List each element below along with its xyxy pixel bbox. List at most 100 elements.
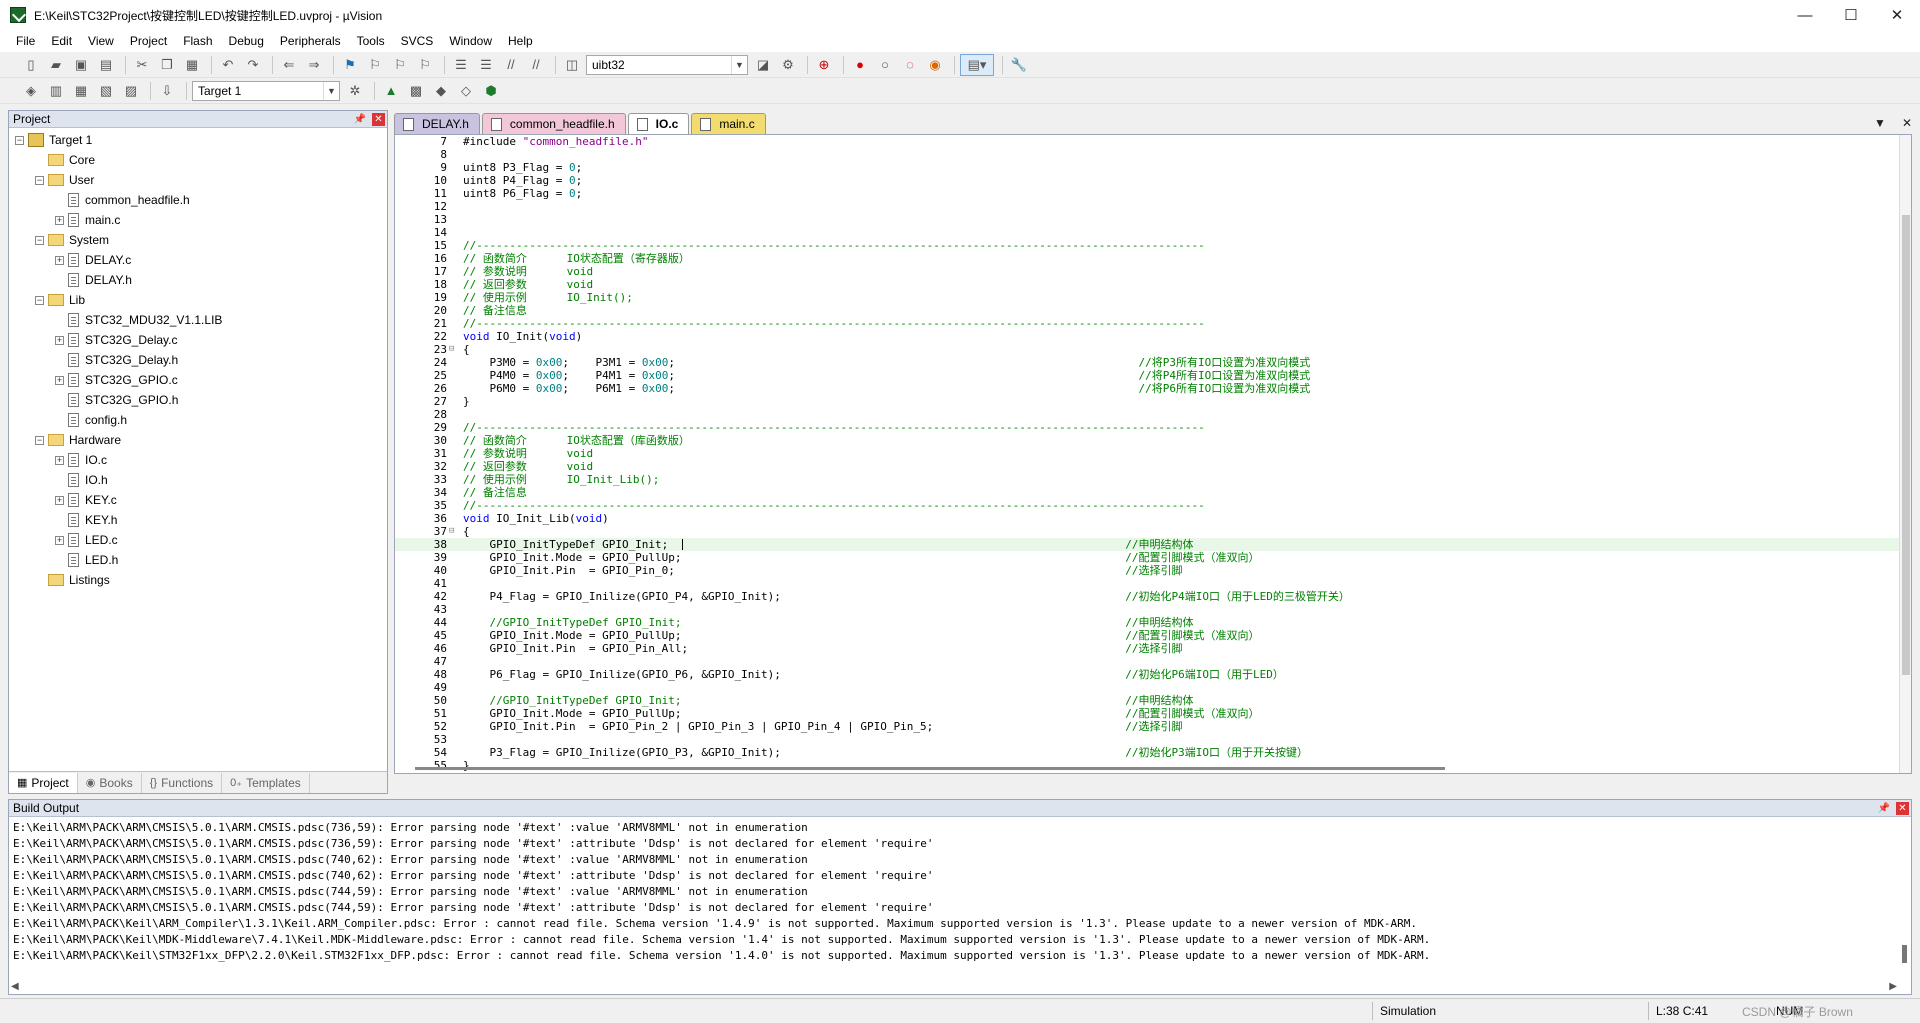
tab-templates[interactable]: 0₊ Templates xyxy=(222,772,310,793)
breakpoint-icon[interactable]: ● xyxy=(849,54,871,76)
menu-view[interactable]: View xyxy=(80,34,122,48)
code-line[interactable]: 35 //------------------------------------… xyxy=(395,499,1899,512)
close-icon[interactable]: ✕ xyxy=(372,112,385,126)
clear-bookmarks-icon[interactable]: ⚐ xyxy=(414,54,436,76)
tree-item[interactable]: IO.h xyxy=(9,470,387,490)
collapse-icon[interactable]: − xyxy=(35,295,44,305)
code-line[interactable]: 20 // 备注信息 xyxy=(395,304,1899,317)
minimize-button[interactable]: — xyxy=(1782,0,1828,30)
code-line[interactable]: 21 //------------------------------------… xyxy=(395,317,1899,330)
code-area[interactable]: 7 #include "common_headfile.h" 8 9 uint8 P3_… xyxy=(395,135,1899,773)
batch-build-icon[interactable]: ▧ xyxy=(95,80,117,102)
select-packs-icon[interactable]: ◆ xyxy=(430,80,452,102)
fold-icon[interactable]: ⊟ xyxy=(449,525,457,538)
manage-rte-icon[interactable]: ◇ xyxy=(455,80,477,102)
code-line[interactable]: 16 // 函数简介 IO状态配置（寄存器版） xyxy=(395,252,1899,265)
code-line[interactable]: 37 ⊟ { xyxy=(395,525,1899,538)
find-combo[interactable]: uibt32 ▼ xyxy=(586,54,748,75)
build-output-horizontal-scrollbar[interactable]: ◀ ▶ xyxy=(11,980,1897,992)
code-line[interactable]: 45 GPIO_Init.Mode = GPIO_PullUp; //配置引脚模… xyxy=(395,629,1899,642)
tree-item[interactable]: LED.h xyxy=(9,550,387,570)
expand-icon[interactable]: + xyxy=(55,215,64,225)
editor-tab[interactable]: IO.c xyxy=(627,113,690,134)
uncomment-icon[interactable]: // xyxy=(525,54,547,76)
copy-icon[interactable]: ❐ xyxy=(156,54,178,76)
build-output-text[interactable]: E:\Keil\ARM\PACK\ARM\CMSIS\5.0.1\ARM.CMS… xyxy=(9,817,1911,994)
collapse-icon[interactable]: − xyxy=(35,435,44,445)
fold-icon[interactable]: ⊟ xyxy=(449,343,457,356)
tree-item[interactable]: STC32_MDU32_V1.1.LIB xyxy=(9,310,387,330)
tree-item[interactable]: KEY.h xyxy=(9,510,387,530)
tree-item[interactable]: + DELAY.c xyxy=(9,250,387,270)
prev-bookmark-icon[interactable]: ⚐ xyxy=(364,54,386,76)
menu-project[interactable]: Project xyxy=(122,34,175,48)
tree-item[interactable]: + IO.c xyxy=(9,450,387,470)
tree-item[interactable]: config.h xyxy=(9,410,387,430)
code-line[interactable]: 51 GPIO_Init.Mode = GPIO_PullUp; //配置引脚模… xyxy=(395,707,1899,720)
code-line[interactable]: 7 #include "common_headfile.h" xyxy=(395,135,1899,148)
bookmark-icon[interactable]: ⚑ xyxy=(339,54,361,76)
code-line[interactable]: 48 P6_Flag = GPIO_Inilize(GPIO_P6, &GPIO… xyxy=(395,668,1899,681)
menu-tools[interactable]: Tools xyxy=(349,34,393,48)
code-line[interactable]: 52 GPIO_Init.Pin = GPIO_Pin_2 | GPIO_Pin… xyxy=(395,720,1899,733)
code-line[interactable]: 29 //------------------------------------… xyxy=(395,421,1899,434)
pack-installer-icon[interactable]: ⬢ xyxy=(480,80,502,102)
incremental-find-icon[interactable]: ⚙ xyxy=(777,54,799,76)
redo-icon[interactable]: ↷ xyxy=(242,54,264,76)
menu-edit[interactable]: Edit xyxy=(43,34,80,48)
code-line[interactable]: 53 xyxy=(395,733,1899,746)
code-line[interactable]: 25 P4M0 = 0x00; P4M1 = 0x00; //将P4所有IO口设… xyxy=(395,369,1899,382)
expand-icon[interactable]: + xyxy=(55,375,64,385)
tree-item[interactable]: − Lib xyxy=(9,290,387,310)
code-line[interactable]: 22 void IO_Init(void) xyxy=(395,330,1899,343)
target-select[interactable]: Target 1 ▼ xyxy=(192,80,340,101)
menu-peripherals[interactable]: Peripherals xyxy=(272,34,349,48)
editor-tab[interactable]: DELAY.h xyxy=(394,113,480,134)
manage-project-icon[interactable]: ▲ xyxy=(380,80,402,102)
chevron-down-icon[interactable]: ▼ xyxy=(731,55,747,74)
tab-books[interactable]: ◉ Books xyxy=(78,772,142,793)
tree-item[interactable]: STC32G_GPIO.h xyxy=(9,390,387,410)
paste-icon[interactable]: ▦ xyxy=(181,54,203,76)
translate-icon[interactable]: ◈ xyxy=(20,80,42,102)
close-button[interactable]: ✕ xyxy=(1874,0,1920,30)
stop-build-icon[interactable]: ▨ xyxy=(120,80,142,102)
code-line[interactable]: 10 uint8 P4_Flag = 0; xyxy=(395,174,1899,187)
code-line[interactable]: 12 xyxy=(395,200,1899,213)
code-line[interactable]: 17 // 参数说明 void xyxy=(395,265,1899,278)
tree-item[interactable]: + STC32G_GPIO.c xyxy=(9,370,387,390)
unindent-icon[interactable]: ☰ xyxy=(475,54,497,76)
editor-tab[interactable]: common_headfile.h xyxy=(481,113,626,134)
tree-item[interactable]: − System xyxy=(9,230,387,250)
collapse-icon[interactable]: − xyxy=(35,175,44,185)
save-all-icon[interactable]: ▤ xyxy=(95,54,117,76)
code-line[interactable]: 31 // 参数说明 void xyxy=(395,447,1899,460)
tree-item[interactable]: + LED.c xyxy=(9,530,387,550)
disable-all-breakpoints-icon[interactable]: ◉ xyxy=(924,54,946,76)
nav-forward-icon[interactable]: ⇒ xyxy=(303,54,325,76)
find-icon[interactable]: ◪ xyxy=(752,54,774,76)
new-file-icon[interactable]: ▯ xyxy=(20,54,42,76)
code-line[interactable]: 30 // 函数简介 IO状态配置（库函数版） xyxy=(395,434,1899,447)
expand-icon[interactable]: + xyxy=(55,335,64,345)
indent-icon[interactable]: ☰ xyxy=(450,54,472,76)
code-line[interactable]: 50 //GPIO_InitTypeDef GPIO_Init; //申明结构体 xyxy=(395,694,1899,707)
file-extensions-icon[interactable]: ▩ xyxy=(405,80,427,102)
editor-tab[interactable]: main.c xyxy=(691,113,766,134)
target-options-icon[interactable]: ✲ xyxy=(344,80,366,102)
code-line[interactable]: 11 uint8 P6_Flag = 0; xyxy=(395,187,1899,200)
code-editor[interactable]: 7 #include "common_headfile.h" 8 9 uint8 P3_… xyxy=(394,134,1912,774)
nav-back-icon[interactable]: ⇐ xyxy=(278,54,300,76)
disable-breakpoint-icon[interactable]: ○ xyxy=(874,54,896,76)
chevron-down-icon[interactable]: ▼ xyxy=(323,81,339,100)
menu-help[interactable]: Help xyxy=(500,34,541,48)
code-line[interactable]: 46 GPIO_Init.Pin = GPIO_Pin_All; //选择引脚 xyxy=(395,642,1899,655)
tree-item[interactable]: − Hardware xyxy=(9,430,387,450)
code-line[interactable]: 49 xyxy=(395,681,1899,694)
code-line[interactable]: 18 // 返回参数 void xyxy=(395,278,1899,291)
code-line[interactable]: 14 xyxy=(395,226,1899,239)
code-line[interactable]: 42 P4_Flag = GPIO_Inilize(GPIO_P4, &GPIO… xyxy=(395,590,1899,603)
next-bookmark-icon[interactable]: ⚐ xyxy=(389,54,411,76)
tree-item[interactable]: Core xyxy=(9,150,387,170)
kill-breakpoints-icon[interactable]: ◌ xyxy=(899,54,921,76)
